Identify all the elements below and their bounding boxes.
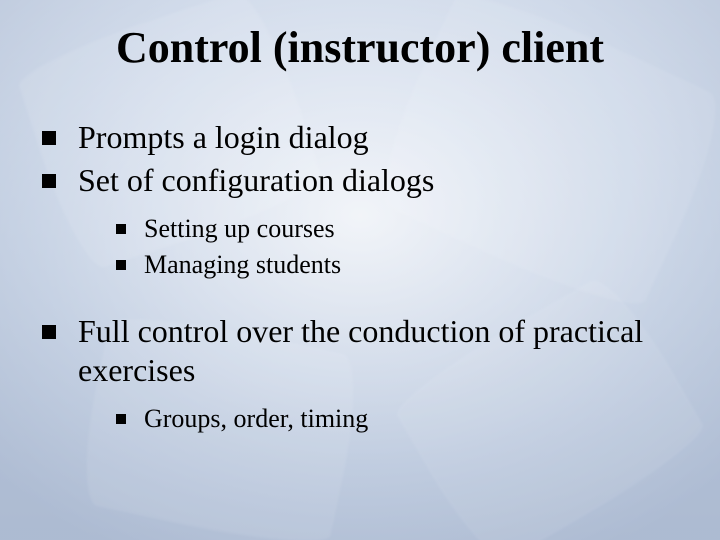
bullet-level1: Prompts a login dialog (42, 118, 680, 157)
bullet-level2: Groups, order, timing (116, 402, 680, 436)
bullet-level1: Set of configuration dialogs (42, 161, 680, 200)
sub-bullet-group: Groups, order, timing (116, 402, 680, 436)
square-bullet-icon (42, 174, 56, 188)
bullet-text: Set of configuration dialogs (78, 161, 680, 200)
square-bullet-icon (116, 260, 126, 270)
slide: Control (instructor) client Prompts a lo… (0, 0, 720, 540)
slide-body: Prompts a login dialog Set of configurat… (42, 118, 680, 452)
bullet-text: Groups, order, timing (144, 402, 680, 436)
bullet-text: Prompts a login dialog (78, 118, 680, 157)
bullet-level2: Managing students (116, 248, 680, 282)
spacer (42, 298, 680, 312)
square-bullet-icon (116, 224, 126, 234)
square-bullet-icon (116, 414, 126, 424)
bullet-level2: Setting up courses (116, 212, 680, 246)
sub-bullet-group: Setting up courses Managing students (116, 212, 680, 282)
square-bullet-icon (42, 325, 56, 339)
bullet-level1: Full control over the conduction of prac… (42, 312, 680, 390)
square-bullet-icon (42, 131, 56, 145)
bullet-text: Setting up courses (144, 212, 680, 246)
bullet-text: Managing students (144, 248, 680, 282)
bullet-text: Full control over the conduction of prac… (78, 312, 680, 390)
slide-title: Control (instructor) client (0, 22, 720, 73)
